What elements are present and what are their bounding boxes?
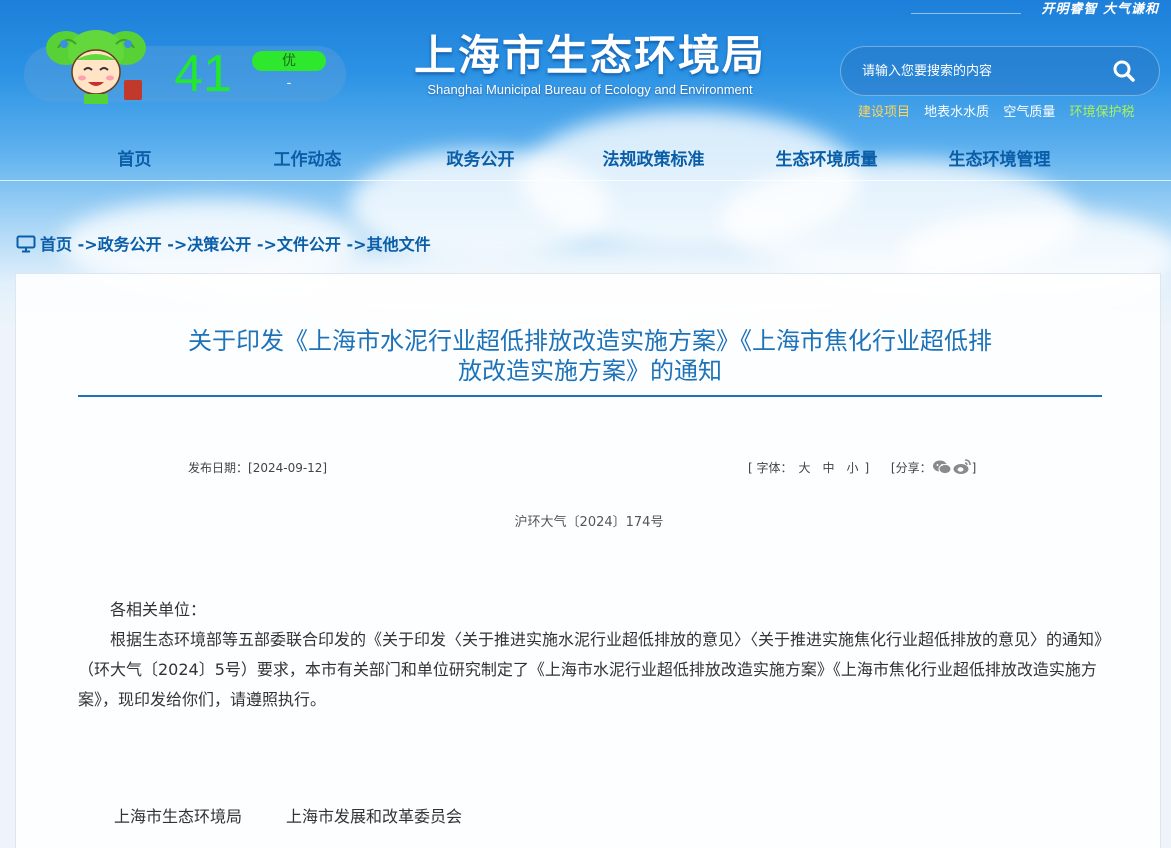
- quick-link-air-quality[interactable]: 空气质量: [1003, 105, 1055, 120]
- article-paragraph: 根据生态环境部等五部委联合印发的《关于印发〈关于推进实施水泥行业超低排放的意见〉…: [78, 630, 1103, 709]
- article-title-line-2: 放改造实施方案》的通知: [458, 357, 722, 385]
- nav-item-regulations[interactable]: 法规政策标准: [567, 146, 740, 174]
- nav-item-gov-affairs[interactable]: 政务公开: [394, 146, 567, 174]
- share-close: ]: [971, 461, 977, 475]
- quick-link-env-tax[interactable]: 环境保护税: [1069, 105, 1134, 120]
- quick-link-construction[interactable]: 建设项目: [858, 105, 910, 120]
- signature-dev-reform: 上海市发展和改革委员会: [286, 807, 463, 826]
- wechat-icon[interactable]: [932, 458, 952, 476]
- breadcrumb-separator: ->: [340, 235, 367, 254]
- breadcrumb-other-files[interactable]: 其他文件: [367, 235, 431, 254]
- font-size-medium[interactable]: 中: [823, 461, 835, 475]
- article-title-rule: [78, 395, 1102, 397]
- signatures: 上海市生态环境局 上海市发展和改革委员会: [114, 803, 506, 827]
- monitor-icon: [16, 235, 36, 253]
- breadcrumb-separator: ->: [161, 235, 188, 254]
- share-label: [分享：: [890, 461, 932, 475]
- breadcrumb-home[interactable]: 首页: [40, 235, 72, 254]
- publish-date-label: 发布日期：: [188, 461, 249, 475]
- article-body: 各相关单位： 根据生态环境部等五部委联合印发的《关于印发〈关于推进实施水泥行业超…: [78, 595, 1102, 715]
- search-input[interactable]: [862, 58, 1092, 84]
- mascot-icon: [46, 30, 146, 104]
- skyline-decoration: [911, 0, 1021, 14]
- breadcrumb-decision[interactable]: 决策公开: [187, 235, 251, 254]
- search-icon[interactable]: [1108, 56, 1140, 86]
- publish-date: 发布日期：[2024-09-12]: [188, 459, 327, 476]
- breadcrumb: 首页 ->政务公开 ->决策公开 ->文件公开 ->其他文件: [16, 231, 431, 255]
- aqi-primary-pollutant: -: [286, 76, 292, 91]
- font-size-label: [ 字体：: [748, 461, 793, 475]
- breadcrumb-separator: ->: [251, 235, 277, 254]
- site-title[interactable]: 上海市生态环境局: [400, 30, 780, 82]
- nav-item-env-management[interactable]: 生态环境管理: [913, 146, 1086, 174]
- breadcrumb-documents[interactable]: 文件公开: [277, 235, 341, 254]
- article-title-line-1: 关于印发《上海市水泥行业超低排放改造实施方案》《上海市焦化行业超低排: [188, 327, 992, 355]
- article-tools: [ 字体： 大中小] [分享： ]: [748, 458, 976, 476]
- nav-item-work-news[interactable]: 工作动态: [221, 146, 394, 174]
- article-salutation: 各相关单位：: [110, 600, 207, 619]
- aqi-level-badge: 优: [252, 51, 326, 71]
- nav-item-home[interactable]: 首页: [48, 146, 221, 174]
- publish-date-value: [2024-09-12]: [248, 461, 328, 475]
- site-subtitle: Shanghai Municipal Bureau of Ecology and…: [427, 82, 753, 97]
- signature-eco-bureau: 上海市生态环境局: [114, 807, 243, 826]
- nav-divider: [0, 180, 1171, 181]
- weibo-icon[interactable]: [952, 458, 972, 476]
- document-number: 沪环大气〔2024〕174号: [514, 515, 664, 530]
- nav-item-env-quality[interactable]: 生态环境质量: [740, 146, 913, 174]
- article-title: 关于印发《上海市水泥行业超低排放改造实施方案》《上海市焦化行业超低排 放改造实施…: [78, 326, 1102, 386]
- article-panel: 关于印发《上海市水泥行业超低排放改造实施方案》《上海市焦化行业超低排 放改造实施…: [15, 273, 1161, 848]
- header-slogan: 开明睿智 大气谦和: [1041, 2, 1159, 17]
- font-size-large[interactable]: 大: [799, 461, 811, 475]
- font-size-small[interactable]: 小: [847, 461, 859, 475]
- aqi-value: 41: [174, 45, 232, 103]
- quick-links: 建设项目 地表水水质 空气质量 环境保护税: [858, 101, 1144, 120]
- main-nav: 首页 工作动态 政务公开 法规政策标准 生态环境质量 生态环境管理: [48, 146, 1171, 176]
- font-size-close: ]: [864, 461, 870, 475]
- quick-link-surface-water[interactable]: 地表水水质: [924, 105, 989, 120]
- breadcrumb-separator: ->: [72, 235, 98, 254]
- breadcrumb-gov-affairs[interactable]: 政务公开: [98, 235, 162, 254]
